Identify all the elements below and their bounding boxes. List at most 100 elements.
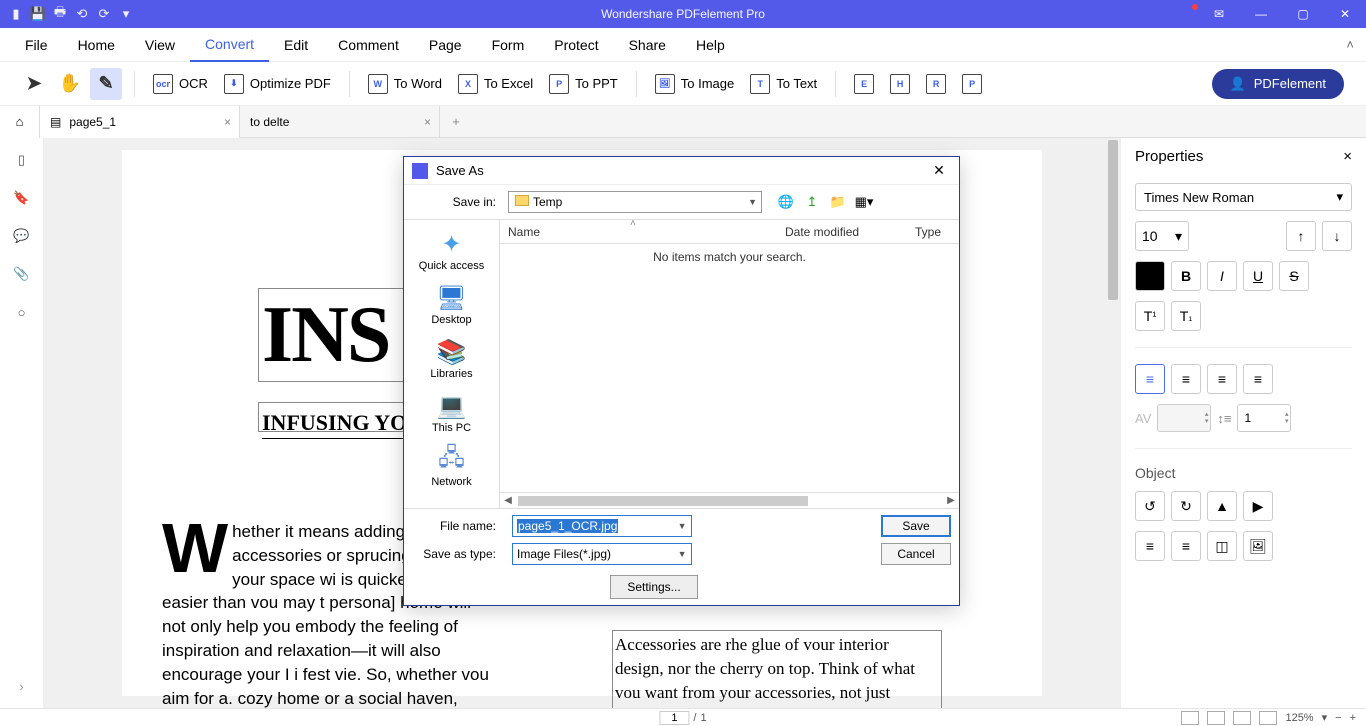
menu-convert[interactable]: Convert [190,28,269,62]
place-libraries[interactable]: 📚Libraries [404,334,499,384]
to-pdfa-button[interactable]: P [956,68,988,100]
menu-file[interactable]: File [10,28,63,62]
to-html-button[interactable]: H [884,68,916,100]
menu-comment[interactable]: Comment [323,28,414,62]
image-button[interactable]: 🖼 [1243,531,1273,561]
zoom-out-button[interactable]: − [1335,712,1341,724]
underline-button[interactable]: U [1243,261,1273,291]
attachments-icon[interactable]: 📎 [12,264,32,284]
zoom-dropdown-icon[interactable]: ▾ [1322,711,1328,724]
subscript-button[interactable]: T₁ [1171,301,1201,331]
line-height-input[interactable]: 1▴▾ [1237,404,1291,432]
comments-icon[interactable]: 💬 [12,226,32,246]
column-name[interactable]: Name [500,225,785,239]
menu-edit[interactable]: Edit [269,28,323,62]
hand-tool[interactable]: ✋ [54,68,86,100]
italic-button[interactable]: I [1207,261,1237,291]
save-button[interactable]: Save [881,515,951,537]
align-center-button[interactable]: ≡ [1171,364,1201,394]
menu-form[interactable]: Form [477,28,540,62]
color-swatch[interactable] [1135,261,1165,291]
shape-icon[interactable]: ○ [12,302,32,322]
menu-page[interactable]: Page [414,28,477,62]
flip-horizontal-button[interactable]: ▲ [1207,491,1237,521]
file-list[interactable]: ˄ Name Date modified Type No items match… [500,220,959,508]
close-panel-icon[interactable]: × [1343,148,1352,165]
undo-icon[interactable]: ⟲ [74,6,90,22]
view-mode-1[interactable] [1181,711,1199,725]
align-right-button[interactable]: ≡ [1207,364,1237,394]
to-text-button[interactable]: TTo Text [744,68,823,100]
edit-tool[interactable]: ✎ [90,68,122,100]
tab-to-delte[interactable]: to delte × [240,106,440,138]
to-ppt-button[interactable]: PTo PPT [543,68,624,100]
settings-button[interactable]: Settings... [610,575,698,599]
menu-help[interactable]: Help [681,28,740,62]
pdfelement-button[interactable]: 👤 PDFelement [1212,69,1344,99]
thumbnails-icon[interactable]: ▯ [12,150,32,170]
to-epub-button[interactable]: E [848,68,880,100]
decrease-size-button[interactable]: ↓ [1322,221,1352,251]
flip-vertical-button[interactable]: ▶ [1243,491,1273,521]
zoom-in-button[interactable]: + [1350,712,1356,724]
tab-page5-1[interactable]: ▤ page5_1 × [40,106,240,138]
back-icon[interactable]: 🌐 [776,192,796,212]
up-icon[interactable]: ↥ [802,192,822,212]
optimize-pdf-button[interactable]: ⬇Optimize PDF [218,68,337,100]
dropdown-icon[interactable]: ▾ [118,6,134,22]
to-rtf-button[interactable]: R [920,68,952,100]
menu-protect[interactable]: Protect [539,28,613,62]
view-mode-3[interactable] [1233,711,1251,725]
mail-icon[interactable]: ✉ [1198,0,1240,28]
new-folder-icon[interactable]: 📁 [828,192,848,212]
bookmarks-icon[interactable]: 🔖 [12,188,32,208]
char-spacing-input[interactable]: ▴▾ [1157,404,1211,432]
column-date[interactable]: Date modified [785,225,915,239]
view-menu-icon[interactable]: ▦▾ [854,192,874,212]
close-tab-icon[interactable]: × [424,115,431,129]
menu-share[interactable]: Share [614,28,681,62]
save-icon[interactable]: 💾 [30,6,46,22]
cancel-button[interactable]: Cancel [881,543,951,565]
strikethrough-button[interactable]: S [1279,261,1309,291]
font-size-select[interactable]: 10▾ [1135,221,1189,251]
save-in-combo[interactable]: Temp ▼ [508,191,762,213]
place-this-pc[interactable]: 💻This PC [404,388,499,438]
close-button[interactable]: ✕ [1324,0,1366,28]
to-excel-button[interactable]: XTo Excel [452,68,539,100]
expand-rail-icon[interactable]: › [12,676,32,696]
align-tool-2[interactable]: ≡ [1171,531,1201,561]
increase-size-button[interactable]: ↑ [1286,221,1316,251]
place-network[interactable]: 🖧Network [404,442,499,492]
rotate-right-button[interactable]: ↻ [1171,491,1201,521]
add-tab-button[interactable]: + [440,114,472,129]
home-tab[interactable]: ⌂ [0,106,40,138]
align-tool-1[interactable]: ≡ [1135,531,1165,561]
bold-button[interactable]: B [1171,261,1201,291]
saveastype-combo[interactable]: Image Files(*.jpg) ▼ [512,543,692,565]
vertical-scrollbar[interactable] [1106,138,1120,708]
select-tool[interactable]: ➤ [18,68,50,100]
superscript-button[interactable]: T¹ [1135,301,1165,331]
crop-button[interactable]: ◫ [1207,531,1237,561]
column-type[interactable]: Type [915,225,959,239]
view-mode-2[interactable] [1207,711,1225,725]
minimize-button[interactable]: — [1240,0,1282,28]
print-icon[interactable]: 🖶 [52,6,68,22]
to-image-button[interactable]: 🖼To Image [649,68,740,100]
page-number-input[interactable] [659,711,689,725]
close-tab-icon[interactable]: × [224,115,231,129]
to-word-button[interactable]: WTo Word [362,68,448,100]
horizontal-scrollbar[interactable]: ◀▶ [500,492,959,508]
menu-view[interactable]: View [130,28,190,62]
menu-home[interactable]: Home [63,28,130,62]
ocr-button[interactable]: ocrOCR [147,68,214,100]
font-family-select[interactable]: Times New Roman▾ [1135,183,1352,211]
filename-input[interactable]: page5_1_OCR.jpg ▼ [512,515,692,537]
rotate-left-button[interactable]: ↺ [1135,491,1165,521]
dialog-close-button[interactable]: ✕ [927,162,951,179]
maximize-button[interactable]: ▢ [1282,0,1324,28]
redo-icon[interactable]: ⟳ [96,6,112,22]
place-desktop[interactable]: 🖥Desktop [404,280,499,330]
align-justify-button[interactable]: ≡ [1243,364,1273,394]
